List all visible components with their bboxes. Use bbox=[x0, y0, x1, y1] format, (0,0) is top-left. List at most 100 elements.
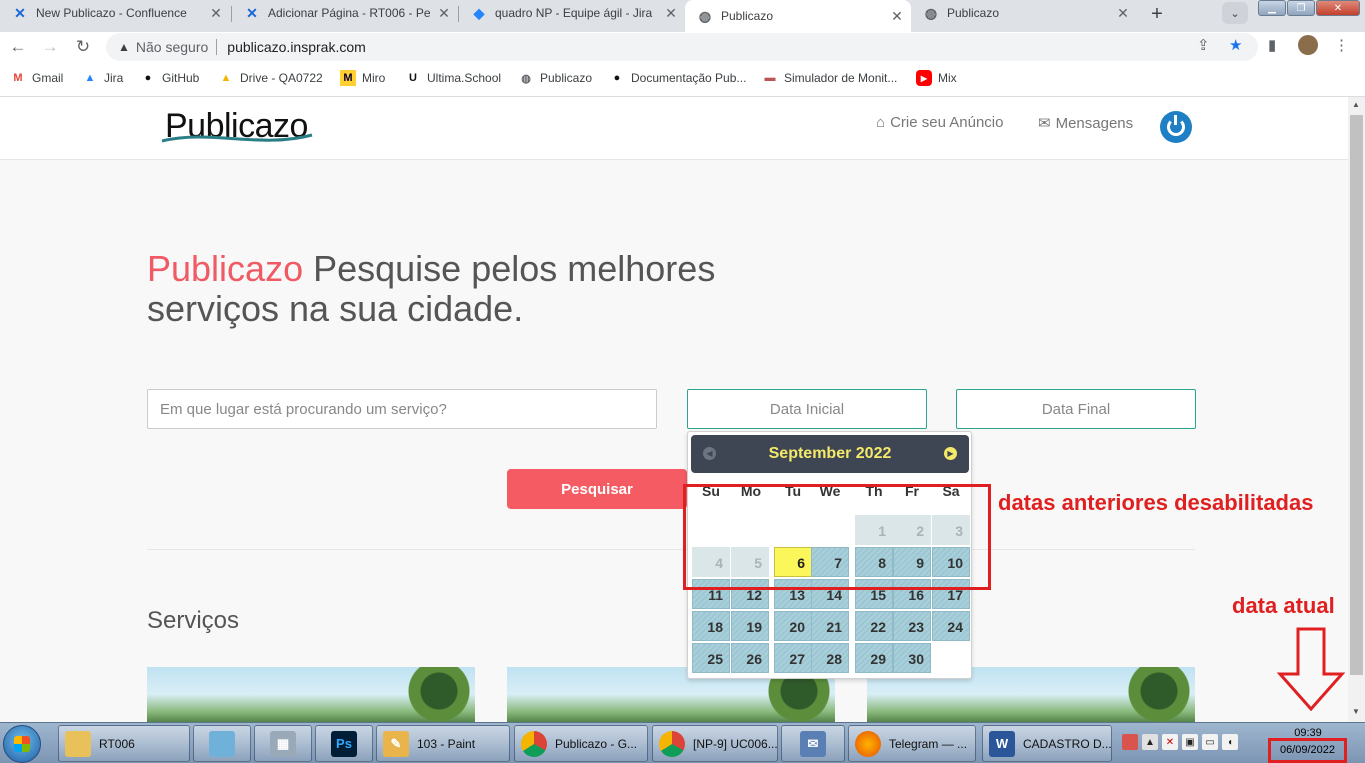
bookmark-star-icon[interactable]: ★ bbox=[1229, 36, 1242, 54]
taskbar-item-chrome-np9[interactable]: [NP-9] UC006... bbox=[652, 725, 778, 762]
calendar-day[interactable]: 21 bbox=[811, 611, 849, 641]
tray-app-icon[interactable] bbox=[1122, 734, 1138, 750]
tab-search-button[interactable]: ⌄ bbox=[1222, 2, 1248, 24]
bookmark-mix[interactable]: ▶ Mix bbox=[916, 70, 957, 86]
service-card[interactable] bbox=[147, 667, 475, 722]
services-title: Serviços bbox=[147, 607, 240, 634]
forward-button[interactable]: → bbox=[40, 37, 60, 57]
tray-network-icon[interactable]: ▣ bbox=[1182, 734, 1198, 750]
start-date-input[interactable]: Data Inicial bbox=[687, 389, 927, 429]
close-tab-icon[interactable]: ✕ bbox=[889, 8, 905, 25]
taskbar-item-mail[interactable]: ✉ bbox=[781, 725, 845, 762]
annotation-arrow-icon bbox=[1276, 627, 1346, 712]
tray-volume-icon[interactable]: ◖ bbox=[1222, 734, 1238, 750]
confluence-icon: ✕ bbox=[246, 4, 258, 21]
bookmark-github[interactable]: ● GitHub bbox=[140, 70, 200, 86]
bookmarks-bar: M Gmail ▲ Jira ● GitHub ▲ Drive - QA0722 M Mi… bbox=[0, 66, 1365, 92]
taskbar-item-chrome-publicazo[interactable]: Publicazo - G... bbox=[514, 725, 648, 762]
taskbar-item-calculator[interactable]: ▦ bbox=[254, 725, 312, 762]
calendar-day[interactable]: 18 bbox=[692, 611, 730, 641]
calendar-day[interactable]: 24 bbox=[932, 611, 970, 641]
calendar-day[interactable]: 25 bbox=[692, 643, 730, 673]
bookmark-simulador[interactable]: ▬ Simulador de Monit... bbox=[762, 70, 898, 86]
power-icon bbox=[1167, 115, 1185, 136]
youtube-icon: ▶ bbox=[916, 70, 932, 86]
bookmark-drive[interactable]: ▲ Drive - QA0722 bbox=[218, 70, 323, 86]
calendar-day[interactable]: 29 bbox=[855, 643, 893, 673]
close-tab-icon[interactable]: ✕ bbox=[208, 5, 224, 22]
scroll-down-icon[interactable]: ▼ bbox=[1352, 707, 1360, 716]
scroll-up-icon[interactable]: ▲ bbox=[1352, 100, 1360, 109]
github-icon: ● bbox=[144, 72, 152, 84]
taskbar-item-rt006[interactable]: RT006 bbox=[58, 725, 190, 762]
bookmark-publicazo[interactable]: ◍ Publicazo bbox=[518, 70, 592, 86]
site-header: Publicazo ⌂ Crie seu Anúncio ✉ Mensagens bbox=[0, 97, 1348, 160]
bookmark-documentacao[interactable]: ● Documentação Pub... bbox=[609, 70, 747, 86]
bookmark-jira[interactable]: ▲ Jira bbox=[82, 70, 124, 86]
profile-avatar[interactable] bbox=[1298, 35, 1318, 55]
taskbar-item-photoshop[interactable]: Ps bbox=[315, 725, 373, 762]
tray-display-icon[interactable]: ▭ bbox=[1202, 734, 1218, 750]
start-button[interactable] bbox=[3, 725, 41, 763]
tab-confluence-adicionar-pagina[interactable]: ✕ Adicionar Página - RT006 - Pes ✕ bbox=[232, 0, 458, 26]
messages-link[interactable]: ✉ Mensagens bbox=[1038, 114, 1133, 133]
jira-icon: ▲ bbox=[84, 72, 96, 84]
tray-security-icon[interactable]: ✕ bbox=[1162, 734, 1178, 750]
tab-confluence-new-publicazo[interactable]: ✕ New Publicazo - Confluence ✕ bbox=[0, 0, 230, 26]
section-divider bbox=[147, 549, 1195, 550]
close-tab-icon[interactable]: ✕ bbox=[436, 5, 452, 22]
next-month-button[interactable]: ▶ bbox=[944, 447, 957, 460]
bookmark-gmail[interactable]: M Gmail bbox=[10, 70, 63, 86]
minimize-button[interactable]: ▁ bbox=[1258, 0, 1286, 16]
calendar-day[interactable]: 30 bbox=[893, 643, 931, 673]
share-icon[interactable]: ⇪ bbox=[1197, 36, 1210, 54]
bookmark-miro[interactable]: M Miro bbox=[340, 70, 385, 86]
end-date-input[interactable]: Data Final bbox=[956, 389, 1196, 429]
calendar-day[interactable]: 19 bbox=[731, 611, 769, 641]
reload-button[interactable]: ↻ bbox=[73, 37, 93, 57]
calendar-day[interactable]: 27 bbox=[774, 643, 812, 673]
chrome-icon bbox=[521, 730, 547, 757]
chrome-icon bbox=[659, 730, 685, 757]
address-bar[interactable]: ▲ Não seguro publicazo.insprak.com bbox=[106, 33, 1258, 61]
notepad-icon bbox=[209, 730, 235, 757]
maximize-button[interactable]: ❐ bbox=[1287, 0, 1315, 16]
back-button[interactable]: ← bbox=[8, 37, 28, 57]
page-scrollbar[interactable]: ▲ ▼ bbox=[1348, 97, 1365, 722]
create-ad-link[interactable]: ⌂ Crie seu Anúncio bbox=[876, 114, 1003, 131]
close-tab-icon[interactable]: ✕ bbox=[663, 5, 679, 22]
web-page: Publicazo ⌂ Crie seu Anúncio ✉ Mensagens… bbox=[0, 97, 1348, 722]
calendar-day[interactable]: 20 bbox=[774, 611, 812, 641]
globe-icon: ◍ bbox=[698, 7, 712, 24]
paint-icon: ✎ bbox=[383, 730, 409, 757]
calendar-day[interactable]: 22 bbox=[855, 611, 893, 641]
close-tab-icon[interactable]: ✕ bbox=[1115, 5, 1131, 22]
new-tab-button[interactable]: + bbox=[1145, 2, 1169, 26]
taskbar-item-telegram[interactable]: Telegram — ... bbox=[848, 725, 976, 762]
calendar-day[interactable]: 28 bbox=[811, 643, 849, 673]
bookmark-ultima[interactable]: U Ultima.School bbox=[405, 70, 501, 86]
logout-button[interactable] bbox=[1160, 111, 1192, 143]
tab-publicazo-active[interactable]: ◍ Publicazo ✕ bbox=[685, 0, 911, 32]
calculator-icon: ▦ bbox=[270, 730, 296, 757]
search-button[interactable]: Pesquisar bbox=[507, 469, 687, 509]
calendar-day[interactable]: 23 bbox=[893, 611, 931, 641]
address-divider bbox=[216, 39, 218, 55]
hero-line1: Pesquise pelos melhores bbox=[303, 248, 716, 289]
annotation-current-date-box bbox=[1268, 738, 1347, 763]
simulator-icon: ▬ bbox=[764, 72, 776, 84]
close-window-button[interactable]: ✕ bbox=[1316, 0, 1360, 16]
taskbar-item-word[interactable]: W CADASTRO D... bbox=[982, 725, 1112, 762]
scroll-thumb[interactable] bbox=[1350, 115, 1363, 675]
taskbar-item-paint[interactable]: ✎ 103 - Paint bbox=[376, 725, 510, 762]
location-search-input[interactable]: Em que lugar está procurando um serviço? bbox=[147, 389, 657, 429]
mail-icon: ✉ bbox=[800, 730, 826, 757]
tab-publicazo[interactable]: ◍ Publicazo ✕ bbox=[911, 0, 1137, 26]
tab-strip: ✕ New Publicazo - Confluence ✕ ✕ Adicion… bbox=[0, 0, 1365, 32]
calendar-day[interactable]: 26 bbox=[731, 643, 769, 673]
menu-icon[interactable]: ⋮ bbox=[1334, 36, 1349, 54]
tray-drive-icon[interactable]: ▲ bbox=[1142, 734, 1158, 750]
tab-jira-quadro[interactable]: ◆ quadro NP - Equipe ágil - Jira ✕ bbox=[459, 0, 685, 26]
side-panel-icon[interactable]: ▮ bbox=[1268, 36, 1276, 54]
taskbar-item-notepad[interactable] bbox=[193, 725, 251, 762]
